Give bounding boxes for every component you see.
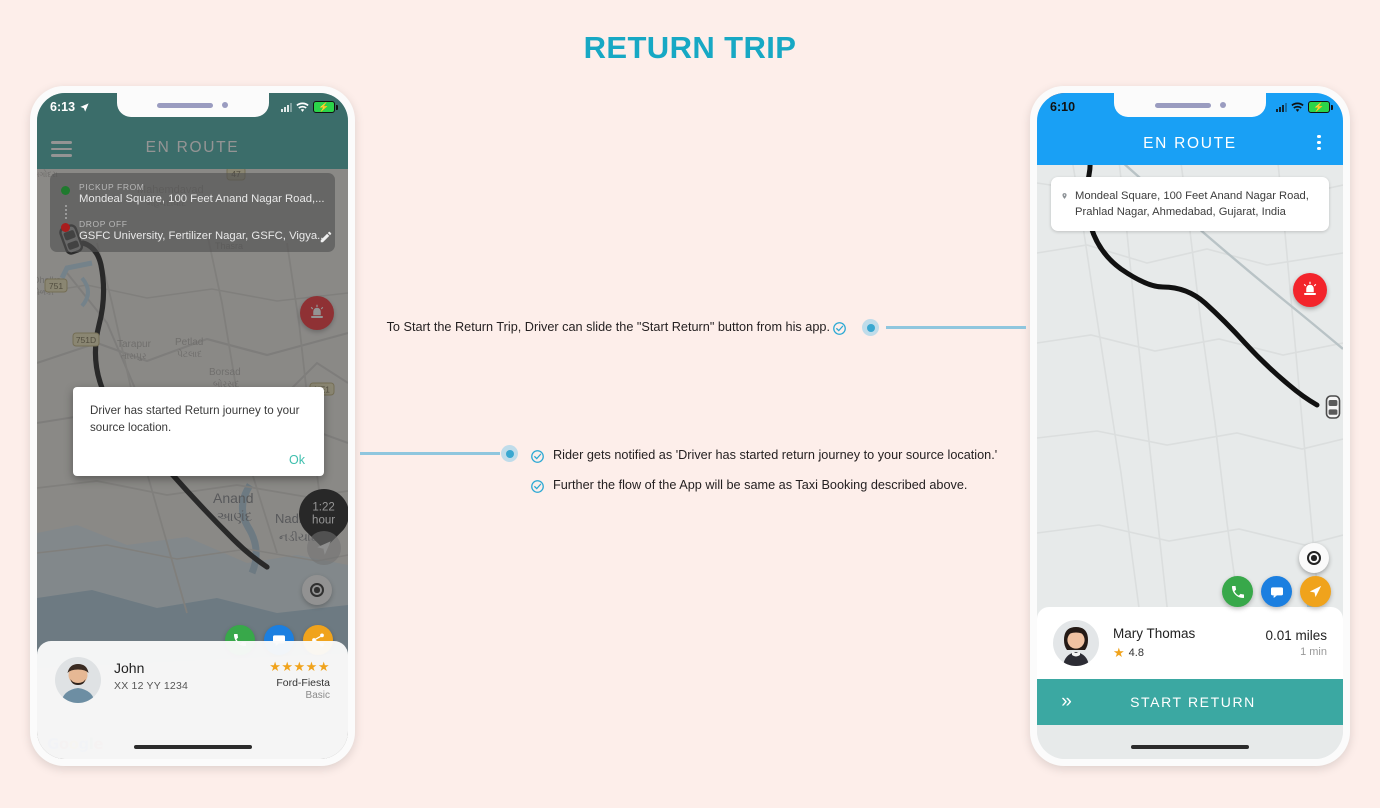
rider-rating: ★ 4.8 — [1113, 645, 1265, 661]
start-return-label: START RETURN — [1130, 694, 1256, 710]
rider-bottom-sheet: Mary Thomas ★ 4.8 0.01 miles 1 min » STA… — [1037, 607, 1343, 725]
driver-rating-stars: ★★★★★ — [269, 659, 330, 674]
battery-charging-icon: ⚡ — [313, 101, 338, 113]
pickup-row: PICKUP FROM Mondeal Square, 100 Feet Ana… — [61, 182, 324, 205]
earpiece-speaker — [157, 102, 213, 108]
address-connector — [64, 205, 325, 219]
right-phone-notch — [1114, 93, 1266, 117]
driver-plate: XX 12 YY 1234 — [114, 680, 189, 692]
wifi-icon — [1291, 102, 1304, 112]
location-arrow-icon — [80, 102, 89, 112]
driver-avatar — [55, 657, 101, 703]
signal-icon — [1276, 102, 1287, 112]
annotation-bottom-connector-dot — [501, 445, 518, 462]
dialog-message: Driver has started Return journey to you… — [90, 404, 300, 434]
rider-info-card: Mary Thomas ★ 4.8 0.01 miles 1 min — [1037, 607, 1343, 679]
annotation-bottom-list: Rider gets notified as 'Driver has start… — [530, 446, 1010, 507]
trip-address-card[interactable]: PICKUP FROM Mondeal Square, 100 Feet Ana… — [50, 173, 335, 252]
annotation-bullet-2-text: Further the flow of the App will be same… — [553, 478, 968, 493]
annotation-bullet-1: Rider gets notified as 'Driver has start… — [530, 446, 1010, 465]
annotation-top-connector-line — [886, 326, 1026, 329]
home-indicator — [133, 745, 252, 749]
destination-address-text: Mondeal Square, 100 Feet Anand Nagar Roa… — [1075, 190, 1309, 219]
rider-avatar — [1053, 620, 1099, 666]
left-phone-mockup: Ahmedabad અમદાવાદ Kapadvanj કપડવંજ Mahem… — [30, 86, 355, 766]
check-circle-icon — [530, 476, 545, 495]
dropoff-row: DROP OFF GSFC University, Fertilizer Nag… — [61, 219, 324, 242]
annotation-bullet-2: Further the flow of the App will be same… — [530, 476, 1010, 495]
right-appbar-title: EN ROUTE — [1143, 135, 1237, 152]
annotation-bottom-connector-line — [360, 452, 500, 455]
left-phone-notch — [116, 93, 269, 117]
dialog-ok-button[interactable]: Ok — [90, 453, 307, 467]
driver-car-tier: Basic — [305, 690, 330, 701]
annotation-bullet-1-text: Rider gets notified as 'Driver has start… — [553, 448, 998, 462]
map-pin-icon — [1062, 193, 1067, 199]
driver-info-card: John XX 12 YY 1234 ★★★★★ Ford-Fiesta Bas… — [37, 641, 348, 759]
page-title: RETURN TRIP — [583, 30, 797, 65]
annotation-top-connector-dot — [862, 319, 879, 336]
poster-canvas: RETURN TRIP PICKUP FROM Mondeal Square, … — [0, 0, 1380, 808]
front-camera — [1219, 102, 1226, 108]
wifi-icon — [296, 102, 309, 112]
rider-name: Mary Thomas — [1113, 625, 1196, 641]
driver-car-model: Ford-Fiesta — [276, 677, 330, 689]
driver-name: John — [114, 660, 145, 676]
sos-alert-button[interactable] — [1293, 273, 1327, 307]
dropoff-value: GSFC University, Fertilizer Nagar, GSFC,… — [79, 230, 324, 242]
chat-button[interactable] — [1261, 576, 1292, 607]
dropoff-label: DROP OFF — [79, 219, 128, 229]
pickup-label: PICKUP FROM — [79, 182, 145, 192]
rider-rating-value: 4.8 — [1128, 646, 1144, 659]
earpiece-speaker — [1154, 102, 1211, 108]
signal-icon — [281, 102, 292, 112]
double-chevron-right-icon: » — [1061, 691, 1072, 712]
navigate-button[interactable] — [1300, 576, 1331, 607]
left-phone-screen: Ahmedabad અમદાવાદ Kapadvanj કપડવંજ Mahem… — [37, 93, 348, 759]
front-camera — [222, 102, 228, 108]
my-location-icon — [1307, 551, 1321, 565]
home-indicator — [1131, 745, 1249, 749]
right-phone-mockup: Google Mondeal Square, 100 Feet Anand Na… — [1030, 86, 1350, 766]
start-return-slider[interactable]: » START RETURN — [1037, 679, 1343, 725]
annotation-start-return-text: To Start the Return Trip, Driver can sli… — [386, 320, 830, 334]
pencil-edit-icon[interactable] — [319, 230, 333, 247]
destination-address-card[interactable]: Mondeal Square, 100 Feet Anand Nagar Roa… — [1051, 177, 1329, 232]
status-time: 6:13 — [50, 100, 76, 114]
dropoff-dot-icon — [61, 223, 70, 232]
pickup-dot-icon — [61, 186, 70, 195]
return-journey-dialog: Driver has started Return journey to you… — [73, 387, 324, 476]
trip-duration: 1 min — [1300, 646, 1327, 658]
pickup-value: Mondeal Square, 100 Feet Anand Nagar Roa… — [79, 193, 324, 205]
status-time: 6:10 — [1050, 100, 1076, 114]
trip-distance: 0.01 miles — [1265, 628, 1327, 643]
check-circle-icon — [530, 446, 545, 465]
annotation-top-check-icon — [832, 321, 847, 341]
kebab-menu-icon[interactable] — [1309, 132, 1329, 153]
car-top-view-icon — [1325, 395, 1341, 419]
my-location-button[interactable] — [1299, 543, 1329, 573]
battery-charging-icon: ⚡ — [1308, 101, 1333, 113]
call-button[interactable] — [1222, 576, 1253, 607]
star-icon: ★ — [1113, 644, 1125, 660]
right-phone-screen: Google Mondeal Square, 100 Feet Anand Na… — [1037, 93, 1343, 759]
